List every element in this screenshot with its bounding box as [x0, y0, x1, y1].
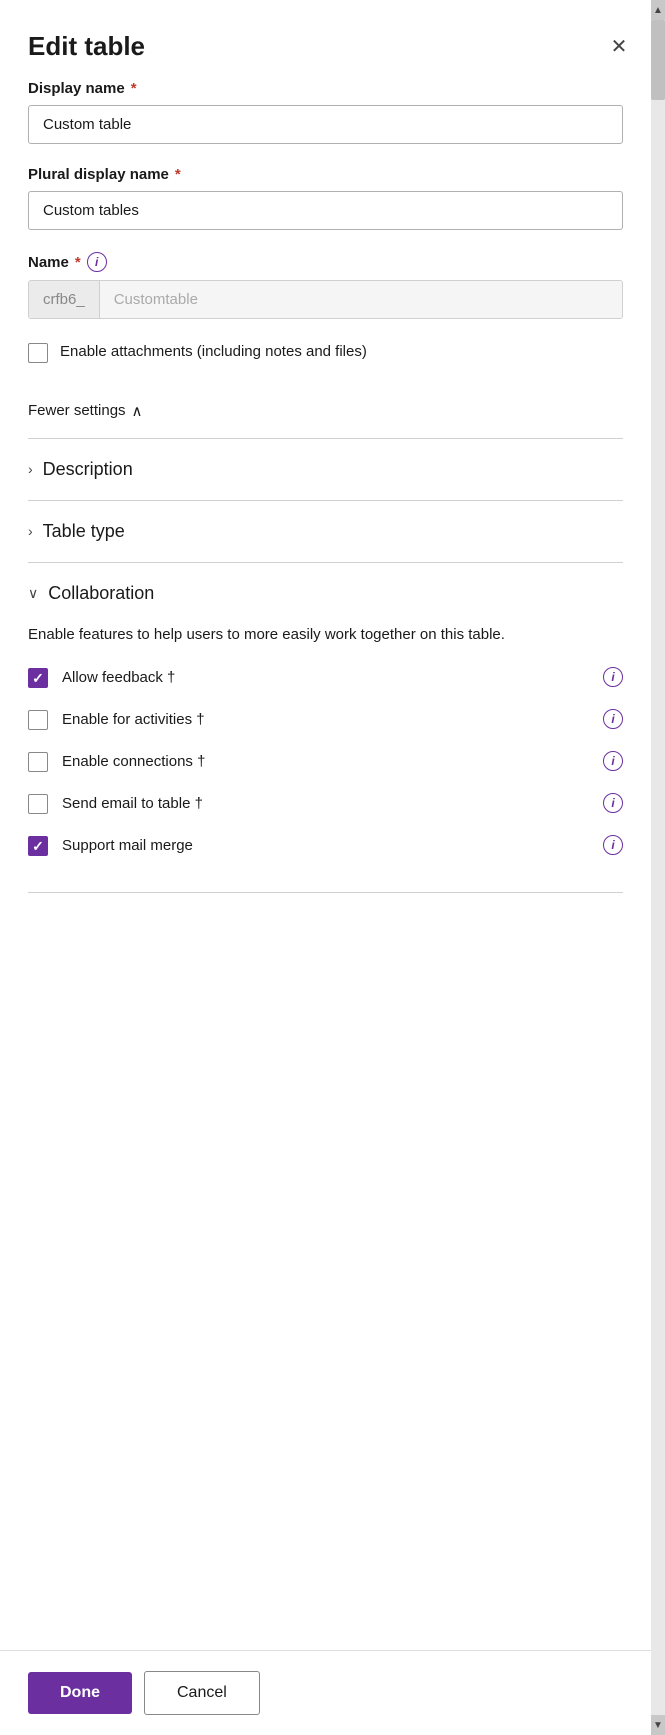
send-email-row: Send email to table † i	[28, 792, 623, 814]
collaboration-label: Collaboration	[48, 583, 154, 604]
panel-footer: Done Cancel	[0, 1650, 665, 1735]
plural-display-name-required: *	[175, 166, 181, 183]
support-mail-merge-checkbox[interactable]	[28, 836, 48, 856]
enable-connections-label: Enable connections †	[62, 753, 205, 770]
enable-attachments-row: Enable attachments (including notes and …	[28, 341, 623, 364]
enable-connections-info-icon[interactable]: i	[603, 751, 623, 771]
support-mail-merge-label: Support mail merge	[62, 837, 193, 854]
table-type-label: Table type	[43, 521, 125, 542]
name-value: Customtable	[100, 281, 622, 318]
enable-connections-row: Enable connections † i	[28, 750, 623, 772]
plural-display-name-label: Plural display name *	[28, 166, 623, 183]
collaboration-content: Enable features to help users to more ea…	[28, 624, 623, 893]
send-email-info-icon[interactable]: i	[603, 793, 623, 813]
display-name-label: Display name *	[28, 80, 623, 97]
plural-display-name-input[interactable]	[28, 191, 623, 230]
enable-activities-checkbox[interactable]	[28, 710, 48, 730]
collaboration-chevron: ∨	[28, 585, 38, 602]
panel-content: Display name * Plural display name * Nam…	[0, 80, 665, 1650]
fewer-settings-label: Fewer settings	[28, 402, 126, 419]
support-mail-merge-row: Support mail merge i	[28, 834, 623, 856]
allow-feedback-info-icon[interactable]: i	[603, 667, 623, 687]
done-button[interactable]: Done	[28, 1672, 132, 1714]
cancel-button[interactable]: Cancel	[144, 1671, 260, 1715]
enable-activities-left: Enable for activities †	[28, 708, 205, 730]
send-email-label: Send email to table †	[62, 795, 203, 812]
enable-activities-info-icon[interactable]: i	[603, 709, 623, 729]
table-type-chevron: ›	[28, 523, 33, 539]
send-email-checkbox[interactable]	[28, 794, 48, 814]
panel-title: Edit table	[28, 31, 145, 62]
scroll-down-arrow[interactable]: ▼	[651, 1715, 665, 1735]
collaboration-section: ∨ Collaboration Enable features to help …	[28, 563, 623, 894]
edit-table-panel: ▲ ▼ Edit table ✕ Display name * Plural d…	[0, 0, 665, 1735]
fewer-settings-toggle[interactable]: Fewer settings ∧	[28, 392, 623, 438]
enable-attachments-checkbox[interactable]	[28, 343, 48, 363]
allow-feedback-checkbox[interactable]	[28, 668, 48, 688]
name-label: Name * i	[28, 252, 623, 272]
name-group: Name * i crfb6_ Customtable	[28, 252, 623, 319]
scroll-thumb[interactable]	[651, 20, 665, 100]
display-name-group: Display name *	[28, 80, 623, 144]
display-name-required: *	[131, 80, 137, 97]
name-field-wrapper: crfb6_ Customtable	[28, 280, 623, 319]
collaboration-description: Enable features to help users to more ea…	[28, 624, 623, 647]
enable-connections-left: Enable connections †	[28, 750, 205, 772]
description-section: › Description	[28, 439, 623, 501]
allow-feedback-left: Allow feedback †	[28, 666, 175, 688]
scrollbar[interactable]: ▲ ▼	[651, 0, 665, 1735]
table-type-section: › Table type	[28, 501, 623, 563]
send-email-left: Send email to table †	[28, 792, 203, 814]
scroll-up-arrow[interactable]: ▲	[651, 0, 665, 20]
collaboration-section-header[interactable]: ∨ Collaboration	[28, 563, 623, 624]
name-required: *	[75, 254, 81, 271]
description-chevron: ›	[28, 461, 33, 477]
support-mail-merge-info-icon[interactable]: i	[603, 835, 623, 855]
description-section-header[interactable]: › Description	[28, 439, 623, 500]
scroll-track[interactable]	[651, 20, 665, 1715]
enable-attachments-label: Enable attachments (including notes and …	[60, 341, 367, 364]
allow-feedback-row: Allow feedback † i	[28, 666, 623, 688]
allow-feedback-label: Allow feedback †	[62, 669, 175, 686]
description-label: Description	[43, 459, 133, 480]
enable-activities-row: Enable for activities † i	[28, 708, 623, 730]
fewer-settings-chevron: ∧	[132, 402, 143, 420]
support-mail-merge-left: Support mail merge	[28, 834, 193, 856]
close-icon: ✕	[611, 34, 628, 59]
close-button[interactable]: ✕	[601, 28, 637, 64]
name-prefix: crfb6_	[29, 281, 100, 318]
enable-activities-label: Enable for activities †	[62, 711, 205, 728]
panel-header: Edit table ✕	[0, 0, 665, 80]
name-info-icon[interactable]: i	[87, 252, 107, 272]
display-name-input[interactable]	[28, 105, 623, 144]
table-type-section-header[interactable]: › Table type	[28, 501, 623, 562]
plural-display-name-group: Plural display name *	[28, 166, 623, 230]
enable-connections-checkbox[interactable]	[28, 752, 48, 772]
